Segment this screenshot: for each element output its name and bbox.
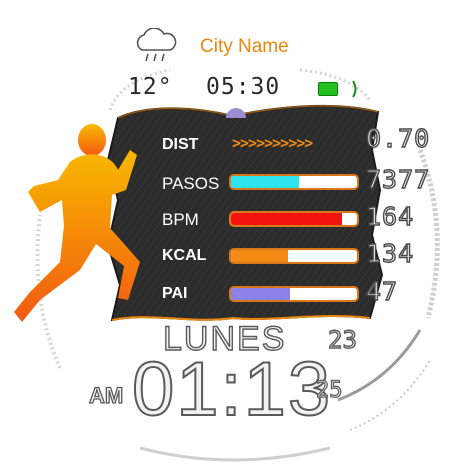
temperature: 12° [128, 74, 173, 100]
top-time: 05:30 [206, 74, 281, 100]
bpm-bar [229, 211, 359, 227]
bpm-label: BPM [162, 210, 199, 229]
date: 23 [327, 325, 357, 354]
cloud-rain-icon [136, 28, 177, 62]
bpm-bar-fill [231, 213, 342, 225]
main-time: 01:13 [131, 347, 333, 432]
kcal-value: 134 [365, 238, 415, 268]
city-name: City Name [200, 36, 289, 57]
dist-label: DIST [162, 136, 199, 153]
bpm-value: 164 [365, 201, 415, 231]
steps-label: PASOS [162, 174, 220, 193]
dist-progress-chevrons: >>>>>>>>>> [232, 134, 313, 152]
pai-bar-fill [231, 288, 291, 300]
battery-icon [318, 82, 338, 96]
pai-label: PAI [162, 285, 188, 302]
steps-bar-fill [231, 176, 300, 188]
watch-face: City Name 12° 05:30 DIST >>>>>>>>>> 0.70… [0, 0, 466, 466]
kcal-label: KCAL [162, 247, 207, 264]
pai-value: 47 [365, 276, 399, 306]
dist-value: 0.70 [365, 123, 431, 153]
steps-bar [229, 174, 359, 190]
kcal-bar [229, 248, 359, 264]
am-pm-indicator: AM [88, 382, 124, 408]
steps-value: 7377 [365, 164, 431, 194]
pai-bar [229, 286, 359, 302]
kcal-bar-fill [231, 250, 288, 262]
seconds: 25 [315, 377, 343, 403]
charging-bolt-icon [352, 80, 357, 98]
